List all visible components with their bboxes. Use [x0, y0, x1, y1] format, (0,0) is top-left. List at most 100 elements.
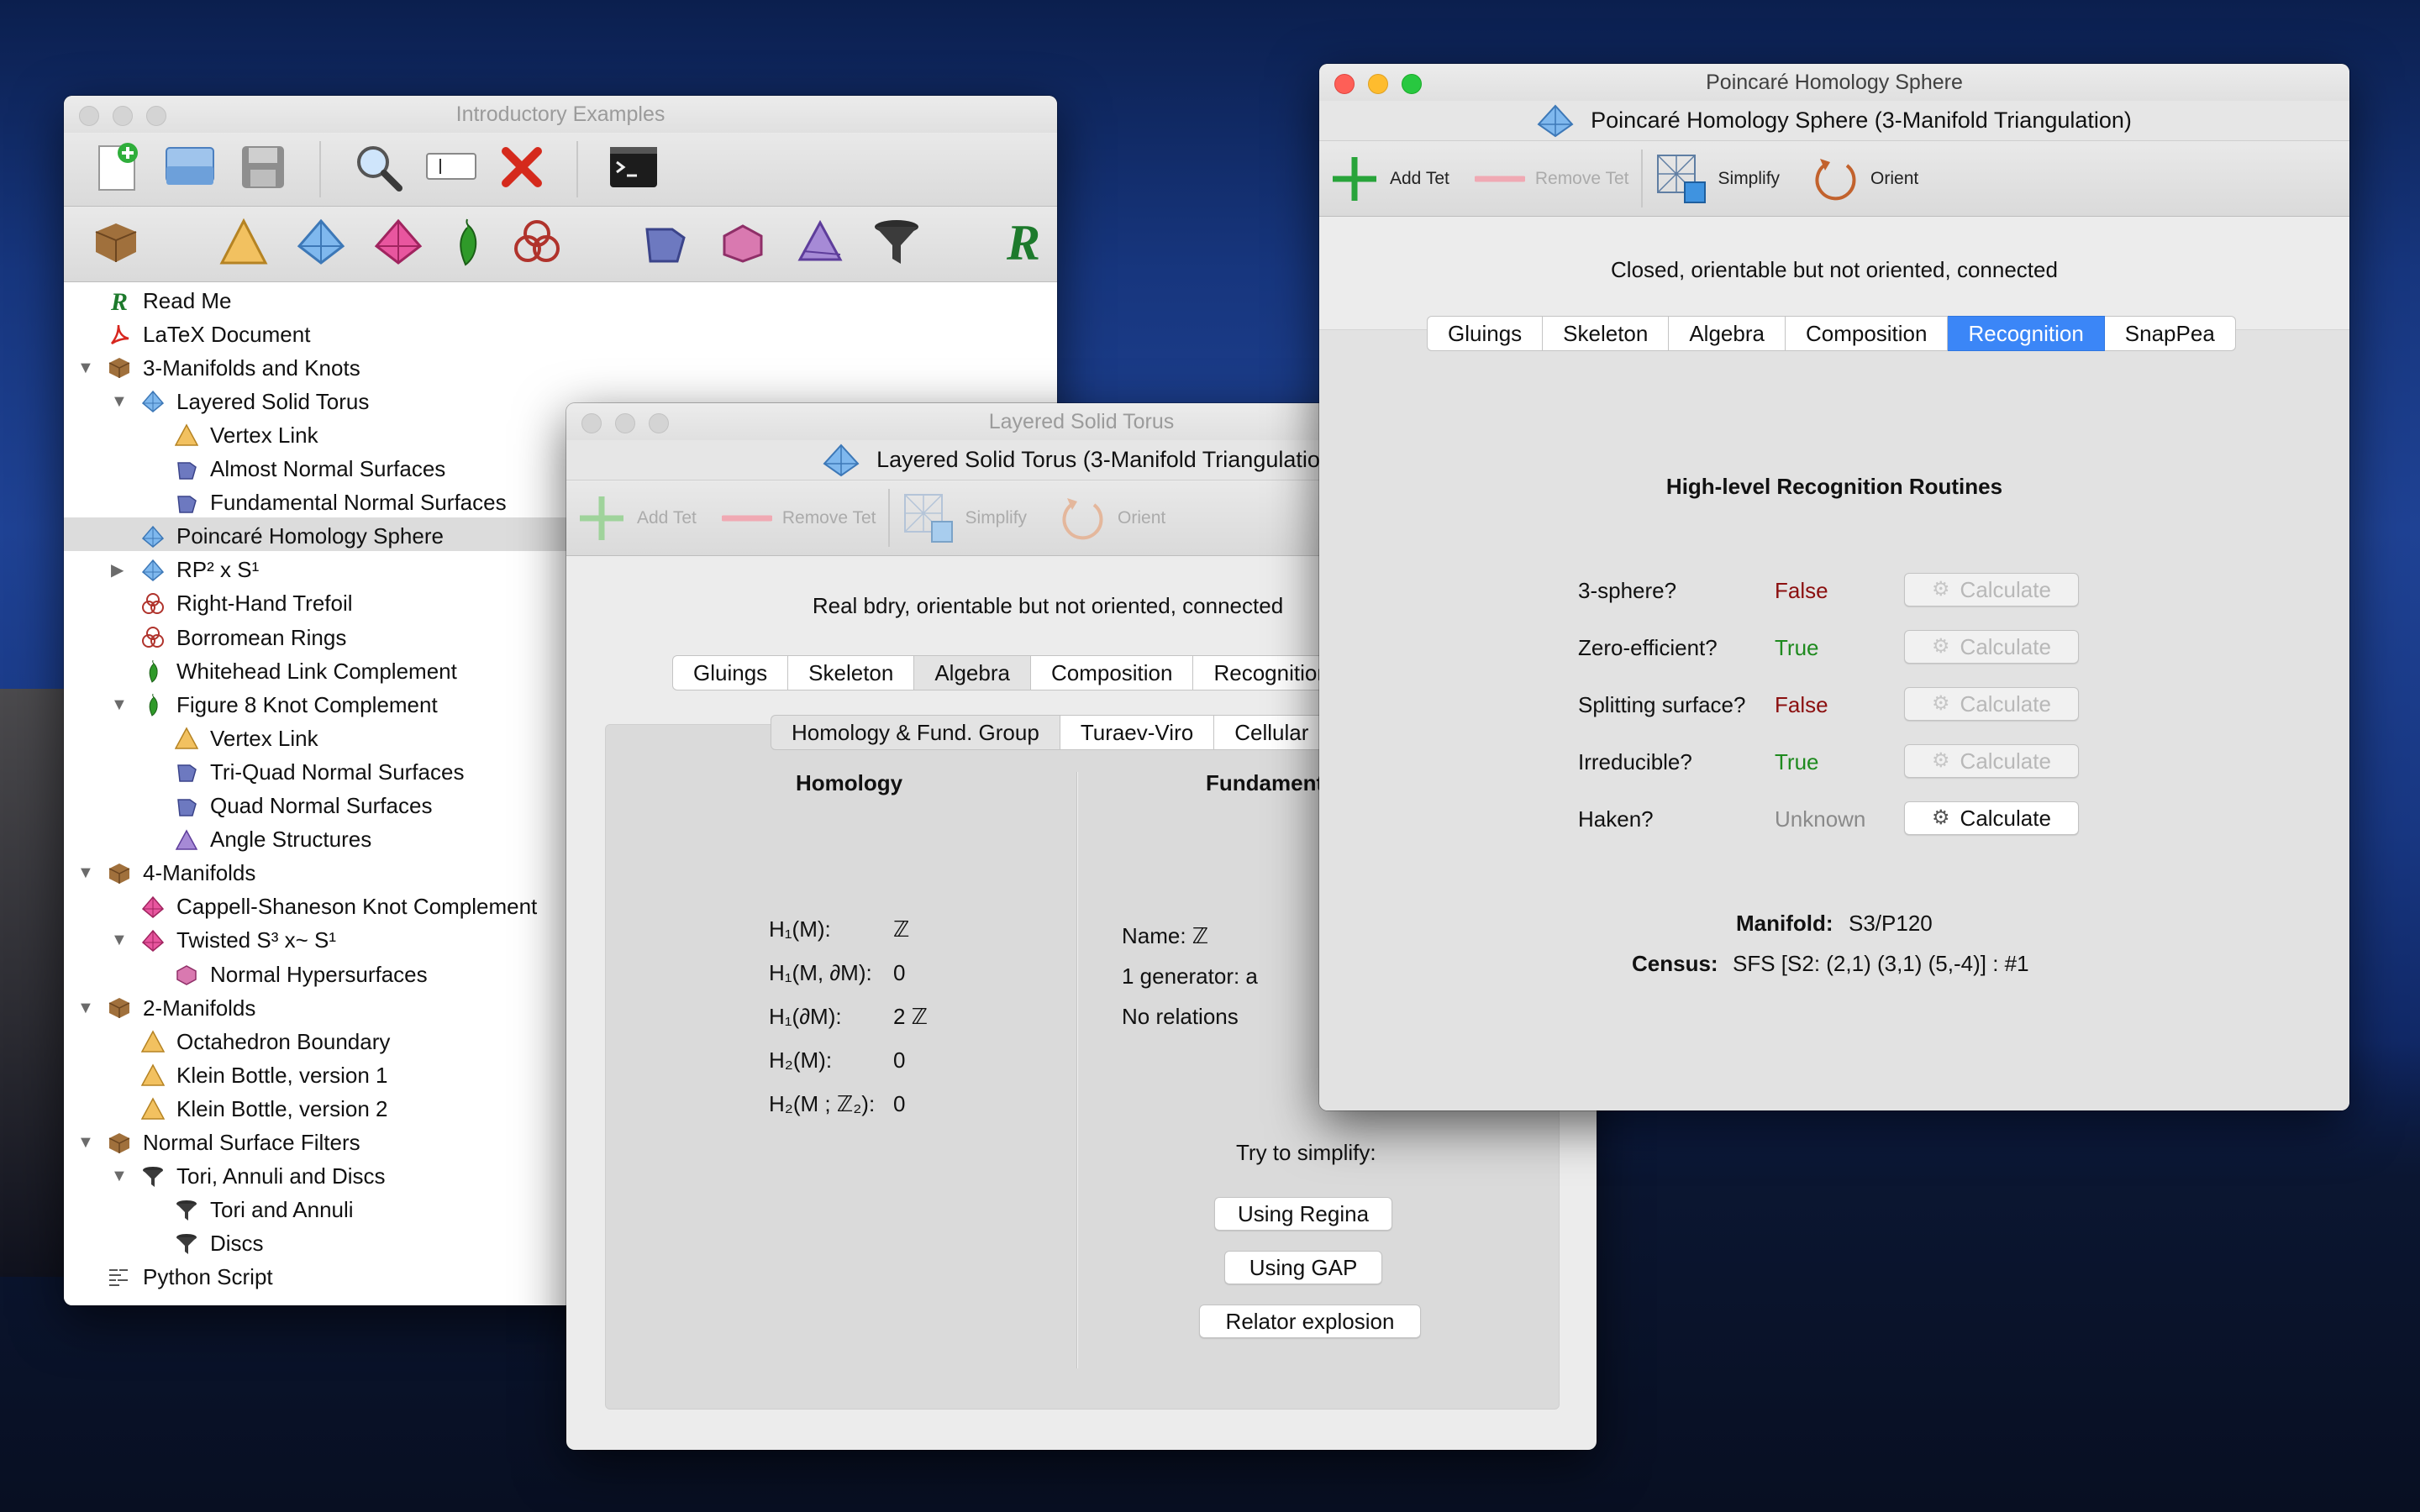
search-icon[interactable] [351, 140, 405, 198]
tree-item-klein-bottle-version-2[interactable]: Klein Bottle, version 2 [141, 1092, 387, 1126]
disclosure-open-icon[interactable]: ▼ [77, 359, 94, 378]
tree-item-poincar-homology-sphere[interactable]: Poincaré Homology Sphere [141, 520, 444, 554]
tree-item-latex-document[interactable]: LaTeX Document [108, 318, 310, 351]
tree-item-label: Octahedron Boundary [176, 1028, 391, 1054]
tree-item-3-manifolds-and-knots[interactable]: ▼ 3-Manifolds and Knots [77, 351, 360, 385]
tab-snappea[interactable]: SnapPea [2104, 316, 2236, 351]
calculate-button-3-sphere[interactable]: ⚙ Calculate [1904, 573, 2079, 606]
tab-homology-fund-group[interactable]: Homology & Fund. Group [771, 715, 1060, 750]
zoom-window-button[interactable] [146, 106, 166, 126]
tree-item-whitehead-link-complement[interactable]: Whitehead Link Complement [141, 654, 457, 688]
tree-item-cappell-shaneson-knot-complement[interactable]: Cappell-Shaneson Knot Complement [141, 890, 537, 924]
tab-cellular[interactable]: Cellular [1214, 715, 1330, 750]
tree-item-angle-structures[interactable]: Angle Structures [175, 823, 371, 857]
tree-item-tori-and-annuli[interactable]: Tori and Annuli [175, 1194, 354, 1227]
tree-item-twisted-s-x-s[interactable]: ▼ Twisted S³ x~ S¹ [111, 924, 336, 958]
homology-value: ℤ [893, 916, 910, 942]
zoom-window-button[interactable] [649, 413, 669, 433]
using-gap-button[interactable]: Using GAP [1224, 1251, 1382, 1284]
tree-item-discs[interactable]: Discs [175, 1227, 264, 1261]
poincare-titlebar[interactable]: Poincaré Homology Sphere [1319, 64, 2349, 101]
relator-explosion-button[interactable]: Relator explosion [1199, 1305, 1421, 1338]
tree-item-borromean-rings[interactable]: Borromean Rings [141, 621, 346, 654]
container-box-icon[interactable] [91, 217, 141, 271]
tab-gluings[interactable]: Gluings [1427, 316, 1544, 351]
open-file-icon[interactable] [161, 141, 218, 197]
minimize-window-button[interactable] [1368, 74, 1388, 94]
close-window-button[interactable] [581, 413, 602, 433]
tetrahedron-blue-icon[interactable] [296, 218, 346, 270]
regina-r-icon[interactable]: R [998, 215, 1049, 272]
minimize-window-button[interactable] [113, 106, 133, 126]
tree-item-normal-surface-filters[interactable]: ▼ Normal Surface Filters [77, 1126, 360, 1160]
tree-item-vertex-link[interactable]: Vertex Link [175, 722, 318, 755]
tree-item-rp-x-s[interactable]: ▶ RP² x S¹ [111, 554, 259, 587]
close-window-button[interactable] [1334, 74, 1355, 94]
tab-gluings[interactable]: Gluings [672, 655, 789, 690]
calculate-button-irreducible[interactable]: ⚙ Calculate [1904, 744, 2079, 778]
intro-titlebar[interactable]: Introductory Examples [64, 96, 1057, 133]
tree-item-figure-8-knot-complement[interactable]: ▼ Figure 8 Knot Complement [111, 688, 438, 722]
calculate-button-splitting-surface[interactable]: ⚙ Calculate [1904, 687, 2079, 721]
python-console-icon[interactable] [608, 144, 659, 195]
save-disk-icon[interactable] [237, 141, 289, 197]
tree-item-read-me[interactable]: R Read Me [108, 284, 232, 318]
remove-tet-button[interactable]: Remove Tet [1474, 169, 1629, 189]
tab-skeleton[interactable]: Skeleton [1543, 316, 1670, 351]
tab-algebra[interactable]: Algebra [914, 655, 1031, 690]
disclosure-open-icon[interactable]: ▼ [111, 392, 128, 412]
tree-item-quad-normal-surfaces[interactable]: Quad Normal Surfaces [175, 790, 432, 823]
triangle-yellow-icon[interactable] [218, 218, 269, 270]
orient-button[interactable]: Orient [1060, 493, 1165, 543]
zoom-window-button[interactable] [1402, 74, 1422, 94]
disclosure-open-icon[interactable]: ▼ [111, 696, 128, 715]
remove-tet-button[interactable]: Remove Tet [721, 508, 876, 528]
delete-x-icon[interactable] [497, 143, 546, 196]
tab-turaev-viro[interactable]: Turaev-Viro [1060, 715, 1215, 750]
tree-item-octahedron-boundary[interactable]: Octahedron Boundary [141, 1025, 390, 1058]
tree-item-right-hand-trefoil[interactable]: Right-Hand Trefoil [141, 587, 353, 621]
pentachoron-pink-icon[interactable] [373, 218, 424, 270]
tree-item-2-manifolds[interactable]: ▼ 2-Manifolds [77, 991, 255, 1025]
tree-item-label: 3-Manifolds and Knots [143, 354, 360, 381]
tree-item-tori-annuli-and-discs[interactable]: ▼ Tori, Annuli and Discs [111, 1160, 386, 1194]
tree-item-normal-hypersurfaces[interactable]: Normal Hypersurfaces [175, 958, 428, 991]
tree-item-python-script[interactable]: Python Script [108, 1261, 273, 1294]
disclosure-closed-icon[interactable]: ▶ [111, 559, 124, 580]
simplify-button[interactable]: Simplify [1655, 152, 1780, 206]
snappea-pepper-icon[interactable] [450, 216, 484, 272]
tab-algebra[interactable]: Algebra [1669, 316, 1786, 351]
tree-item-layered-solid-torus[interactable]: ▼ Layered Solid Torus [111, 385, 369, 418]
disclosure-open-icon[interactable]: ▼ [77, 999, 94, 1018]
disclosure-open-icon[interactable]: ▼ [77, 864, 94, 883]
angle-structures-icon[interactable] [795, 218, 845, 270]
hypersurfaces-icon[interactable] [718, 218, 768, 270]
tree-item-almost-normal-surfaces[interactable]: Almost Normal Surfaces [175, 453, 445, 486]
calculate-button-haken[interactable]: ⚙ Calculate [1904, 801, 2079, 835]
normal-surfaces-icon[interactable] [640, 218, 691, 270]
disclosure-open-icon[interactable]: ▼ [111, 1167, 128, 1186]
disclosure-open-icon[interactable]: ▼ [111, 931, 128, 950]
add-tet-button[interactable]: Add Tet [576, 493, 697, 543]
tab-composition[interactable]: Composition [1030, 655, 1194, 690]
tab-skeleton[interactable]: Skeleton [788, 655, 915, 690]
rename-field-icon[interactable] [424, 145, 479, 193]
calculate-button-zero-efficient[interactable]: ⚙ Calculate [1904, 630, 2079, 664]
using-regina-button[interactable]: Using Regina [1214, 1197, 1392, 1231]
tree-item-4-manifolds[interactable]: ▼ 4-Manifolds [77, 857, 255, 890]
minimize-window-button[interactable] [615, 413, 635, 433]
simplify-button[interactable]: Simplify [902, 491, 1027, 545]
orient-button[interactable]: Orient [1813, 154, 1918, 204]
knot-icon[interactable] [511, 217, 563, 271]
add-tet-button[interactable]: Add Tet [1329, 154, 1449, 204]
tab-composition[interactable]: Composition [1785, 316, 1949, 351]
new-file-icon[interactable] [91, 141, 143, 197]
tree-item-klein-bottle-version-1[interactable]: Klein Bottle, version 1 [141, 1058, 387, 1092]
tree-item-vertex-link[interactable]: Vertex Link [175, 418, 318, 452]
filter-funnel-icon[interactable] [872, 217, 921, 271]
tree-item-tri-quad-normal-surfaces[interactable]: Tri-Quad Normal Surfaces [175, 755, 464, 789]
close-window-button[interactable] [79, 106, 99, 126]
tree-item-fundamental-normal-surfaces[interactable]: Fundamental Normal Surfaces [175, 486, 507, 520]
disclosure-open-icon[interactable]: ▼ [77, 1133, 94, 1152]
tab-recognition[interactable]: Recognition [1948, 316, 2105, 351]
